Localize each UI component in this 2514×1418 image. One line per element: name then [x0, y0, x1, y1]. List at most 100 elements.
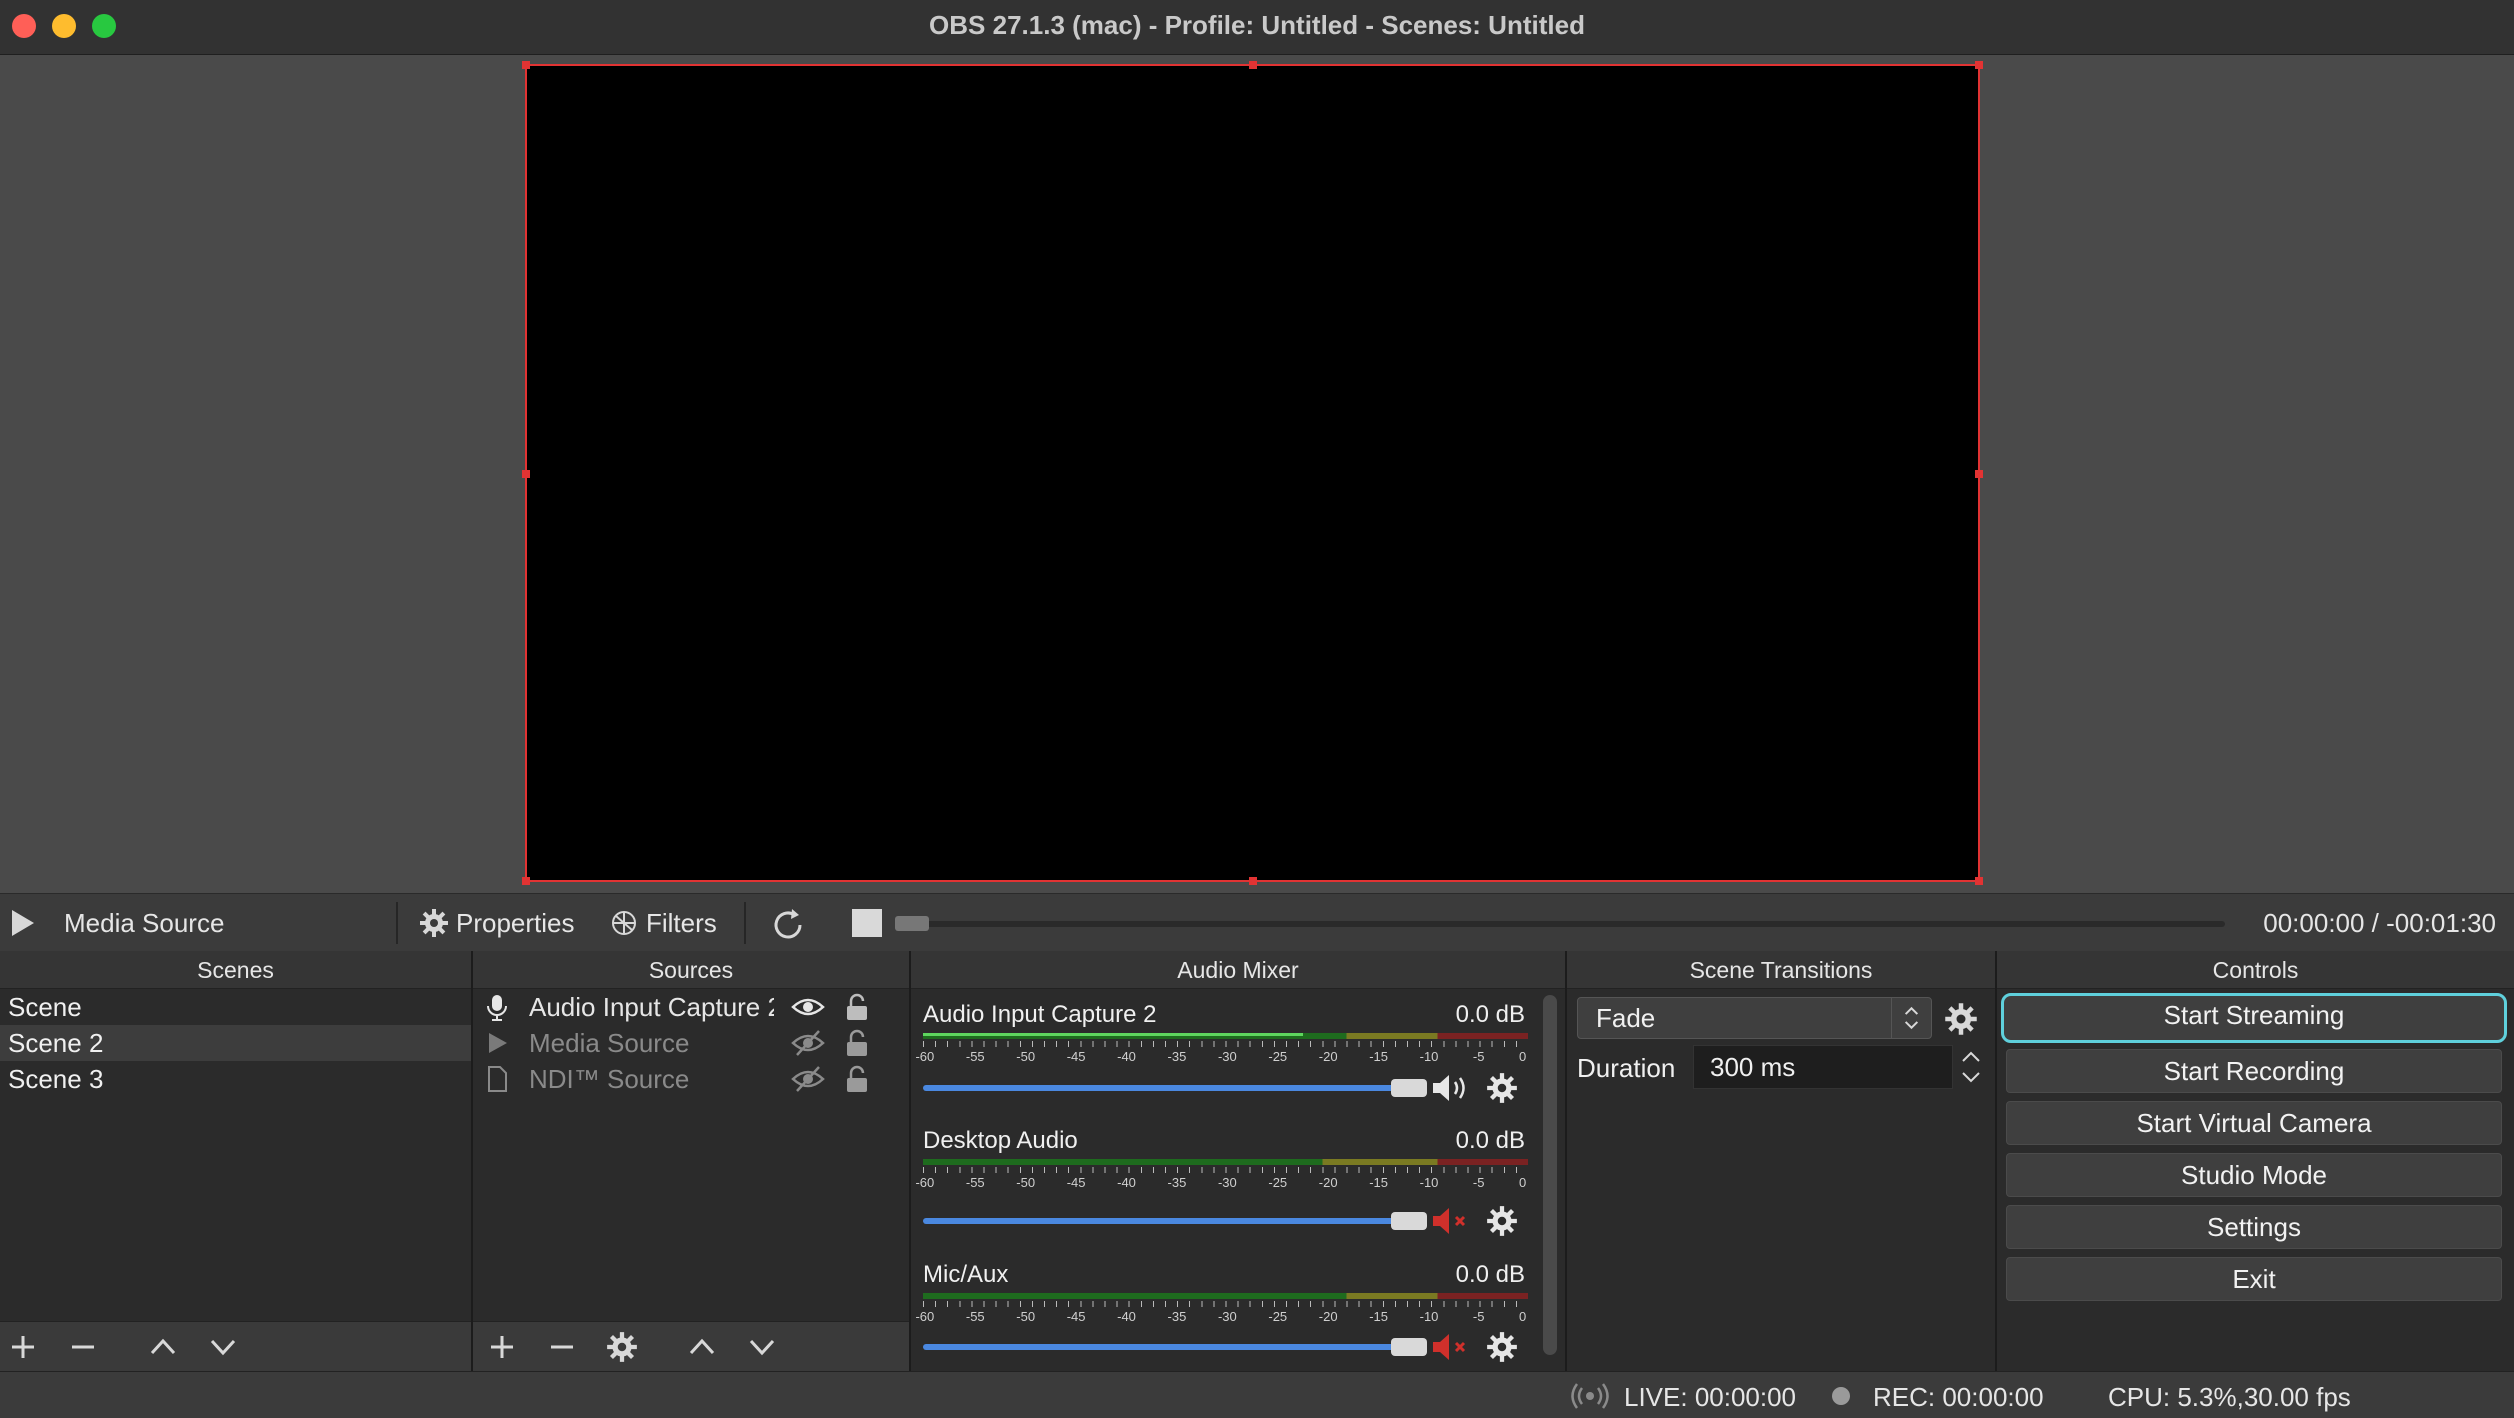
filters-label: Filters: [646, 907, 717, 938]
properties-button[interactable]: Properties: [418, 904, 575, 942]
lock-icon[interactable]: [843, 992, 871, 1022]
stop-button[interactable]: [852, 909, 882, 937]
audio-mixer-header: Audio Mixer: [911, 951, 1565, 989]
source-item[interactable]: Media Source: [473, 1025, 909, 1061]
source-item[interactable]: NDI™ Source: [473, 1061, 909, 1097]
tick-label: -10: [1419, 1309, 1439, 1324]
filters-button[interactable]: Filters: [608, 904, 717, 942]
controls-header: Controls: [1997, 951, 2514, 989]
spinner-arrows-icon[interactable]: [1957, 1045, 1985, 1089]
sources-toolbar: [473, 1321, 909, 1371]
up-down-arrows-icon: [1891, 998, 1919, 1038]
remove-icon[interactable]: [545, 1330, 579, 1364]
mixer-scrollbar[interactable]: [1543, 995, 1557, 1355]
play-icon[interactable]: [12, 910, 34, 936]
add-icon[interactable]: [6, 1330, 40, 1364]
exit-button[interactable]: Exit: [2006, 1257, 2502, 1301]
volume-handle[interactable]: [1391, 1079, 1427, 1097]
remove-icon[interactable]: [66, 1330, 100, 1364]
chevron-down-icon[interactable]: [206, 1330, 240, 1364]
source-label: NDI™ Source: [529, 1064, 690, 1094]
tick-label: -5: [1472, 1309, 1485, 1324]
seek-handle[interactable]: [895, 916, 929, 931]
resize-handle[interactable]: [1249, 877, 1257, 885]
start-virtual-camera-button[interactable]: Start Virtual Camera: [2006, 1101, 2502, 1145]
muted-speaker-icon[interactable]: [1431, 1204, 1475, 1238]
resize-handle[interactable]: [1975, 877, 1983, 885]
resize-handle[interactable]: [522, 470, 530, 478]
audio-mixer-dock: Audio Mixer Audio Input Capture 2 0.0 dB…: [911, 951, 1567, 1371]
tick-label: -25: [1268, 1175, 1288, 1190]
tick-label: -50: [1016, 1175, 1036, 1190]
settings-button[interactable]: Settings: [2006, 1205, 2502, 1249]
seek-slider[interactable]: [895, 921, 2225, 927]
eye-slash-icon[interactable]: [791, 1029, 825, 1057]
chevron-up-icon[interactable]: [146, 1330, 180, 1364]
live-status: LIVE: 00:00:00: [1624, 1382, 1797, 1412]
cpu-status: CPU: 5.3%,30.00 fps: [2108, 1382, 2351, 1412]
scene-item[interactable]: Scene: [0, 989, 471, 1025]
tick-label: -45: [1066, 1049, 1086, 1064]
volume-handle[interactable]: [1391, 1212, 1427, 1230]
volume-slider[interactable]: [923, 1085, 1398, 1091]
media-source-name: Media Source: [64, 908, 225, 938]
tick-label: -15: [1369, 1309, 1389, 1324]
volume-handle[interactable]: [1391, 1338, 1427, 1356]
resize-handle[interactable]: [522, 61, 530, 69]
start-streaming-button[interactable]: Start Streaming: [2001, 993, 2507, 1043]
volume-slider[interactable]: [923, 1344, 1398, 1350]
record-dot-icon: [1832, 1387, 1850, 1405]
preview-canvas[interactable]: [522, 61, 1983, 885]
resize-handle[interactable]: [1975, 470, 1983, 478]
eye-icon[interactable]: [791, 993, 825, 1021]
scenes-toolbar: [0, 1321, 471, 1371]
scene-item[interactable]: Scene 3: [0, 1061, 471, 1097]
lock-icon[interactable]: [843, 1028, 871, 1058]
gear-icon[interactable]: [1485, 1071, 1519, 1105]
speaker-icon[interactable]: [1431, 1071, 1475, 1105]
transition-select[interactable]: Fade: [1577, 997, 1932, 1039]
volume-slider[interactable]: [923, 1218, 1398, 1224]
tick-label: -20: [1318, 1175, 1338, 1190]
tick-label: -40: [1117, 1049, 1136, 1064]
tick-label: -10: [1419, 1049, 1439, 1064]
tick-label: -60: [915, 1049, 935, 1064]
tick-label: -40: [1117, 1175, 1136, 1190]
tick-label: -35: [1167, 1175, 1187, 1190]
muted-speaker-icon[interactable]: [1431, 1330, 1475, 1364]
eye-slash-icon[interactable]: [791, 1065, 825, 1093]
tick-label: -25: [1268, 1049, 1288, 1064]
tick-label: -35: [1167, 1309, 1187, 1324]
gear-icon[interactable]: [1485, 1204, 1519, 1238]
start-recording-button[interactable]: Start Recording: [2006, 1049, 2502, 1093]
sources-dock: Sources Audio Input Capture 2 Media Sour…: [473, 951, 911, 1371]
chevron-up-icon[interactable]: [685, 1330, 719, 1364]
chevron-down-icon[interactable]: [745, 1330, 779, 1364]
tick-label: -25: [1268, 1309, 1288, 1324]
tick-label: -15: [1369, 1049, 1389, 1064]
tick-label: -5: [1472, 1175, 1485, 1190]
channel-db: 0.0 dB: [1455, 1127, 1525, 1154]
add-icon[interactable]: [485, 1330, 519, 1364]
scenes-header: Scenes: [0, 951, 471, 989]
gear-icon[interactable]: [1943, 1001, 1979, 1037]
meter-scale: -60 -55 -50 -45 -40 -35 -30 -25 -20 -15 …: [915, 1303, 1528, 1325]
tick-label: -20: [1318, 1309, 1338, 1324]
source-item[interactable]: Audio Input Capture 2: [473, 989, 909, 1025]
tick-label: -50: [1016, 1309, 1036, 1324]
duration-input[interactable]: 300 ms: [1693, 1045, 1953, 1089]
resize-handle[interactable]: [1249, 61, 1257, 69]
gear-icon[interactable]: [605, 1330, 639, 1364]
tick-label: -45: [1066, 1309, 1086, 1324]
studio-mode-button[interactable]: Studio Mode: [2006, 1153, 2502, 1197]
scene-item[interactable]: Scene 2: [0, 1025, 471, 1061]
preview-area[interactable]: [0, 55, 2514, 893]
tick-label: -40: [1117, 1309, 1136, 1324]
level-meter: [923, 1293, 1528, 1299]
resize-handle[interactable]: [1975, 61, 1983, 69]
resize-handle[interactable]: [522, 877, 530, 885]
title-bar: OBS 27.1.3 (mac) - Profile: Untitled - S…: [0, 0, 2514, 55]
lock-icon[interactable]: [843, 1064, 871, 1094]
restart-icon[interactable]: [768, 905, 808, 945]
gear-icon[interactable]: [1485, 1330, 1519, 1364]
